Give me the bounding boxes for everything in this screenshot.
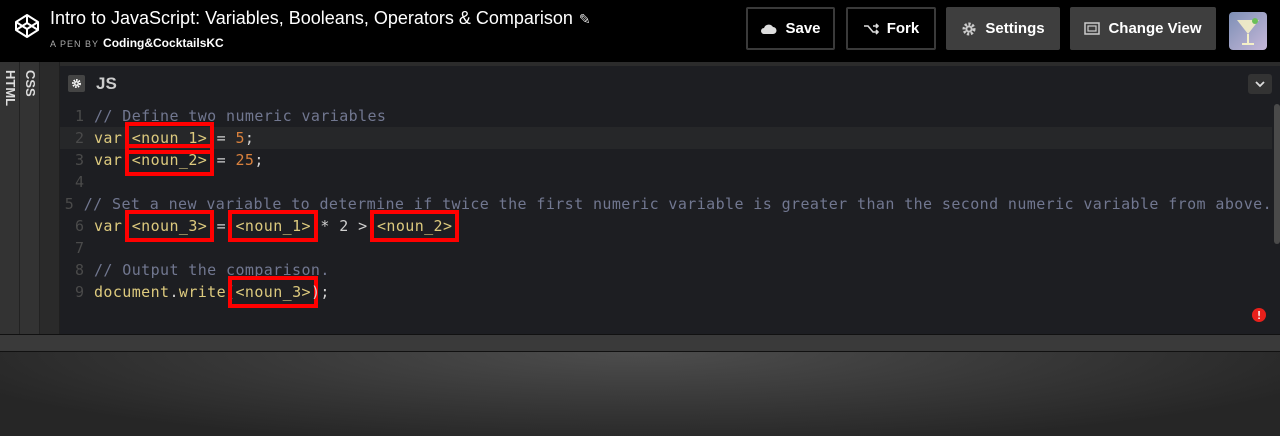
pen-title[interactable]: Intro to JavaScript: Variables, Booleans… <box>50 8 591 29</box>
object-document: document <box>94 283 170 301</box>
noun-placeholder: <noun_3> <box>228 276 318 308</box>
number-literal: 5 <box>235 129 245 147</box>
avatar[interactable] <box>1229 12 1267 50</box>
operator: = <box>207 151 236 169</box>
tab-css[interactable]: CSS <box>20 62 40 334</box>
keyword-var: var <box>94 217 123 235</box>
code-line[interactable]: 7 <box>60 237 1272 259</box>
method-write: write <box>178 283 227 301</box>
js-editor-title: JS <box>96 74 117 93</box>
gear-icon <box>72 79 81 88</box>
editor-settings-button[interactable] <box>68 75 85 92</box>
code-line[interactable]: 6 var <noun_3> = <noun_1> * 2 > <noun_2> <box>60 210 1272 242</box>
byline: A PEN BY Coding&CocktailsKC <box>50 36 224 50</box>
code-line[interactable]: 2 var <noun_1> = 5; <box>60 122 1272 154</box>
fork-icon <box>863 22 879 35</box>
save-button[interactable]: Save <box>746 7 835 50</box>
author-link[interactable]: Coding&CocktailsKC <box>103 36 224 50</box>
code-line[interactable]: 3 var <noun_2> = 25; <box>60 144 1272 176</box>
result-preview <box>0 352 1280 436</box>
code-line[interactable]: 4 <box>60 171 1272 193</box>
noun-placeholder: <noun_2> <box>369 210 460 242</box>
line-number: 7 <box>74 239 84 257</box>
code-line[interactable]: 8 // Output the comparison. <box>60 259 1272 281</box>
operator: > <box>348 217 377 235</box>
noun-placeholder: <noun_1> <box>124 122 215 154</box>
line-number: 1 <box>74 107 84 125</box>
fork-label: Fork <box>886 20 920 37</box>
code-comment: // Define two numeric variables <box>94 107 387 125</box>
tab-css-label: CSS <box>23 70 38 97</box>
noun-placeholder: <noun_1> <box>228 210 318 242</box>
code-line[interactable]: 9 document. write(<noun_3>); <box>60 276 1272 308</box>
save-label: Save <box>785 20 821 37</box>
settings-label: Settings <box>985 20 1045 37</box>
paren-open: ( <box>226 283 236 301</box>
code-line[interactable]: 1 // Define two numeric variables <box>60 105 1272 127</box>
editor-gutter-edge <box>40 62 60 334</box>
paren-close: ); <box>310 283 330 301</box>
js-code-editor[interactable]: 1 // Define two numeric variables 2 var … <box>60 100 1280 334</box>
byline-prefix: A PEN BY <box>50 39 100 49</box>
codepen-logo-icon[interactable] <box>14 13 40 39</box>
change-view-button[interactable]: Change View <box>1070 7 1216 50</box>
line-number: 9 <box>74 283 84 301</box>
code-comment: // Set a new variable to determine if tw… <box>83 195 1272 213</box>
number-literal: 2 <box>339 217 349 235</box>
top-header: Intro to JavaScript: Variables, Booleans… <box>0 0 1280 62</box>
code-comment: // Output the comparison. <box>94 261 330 279</box>
editor-scrollbar[interactable] <box>1274 104 1280 244</box>
error-icon[interactable]: ! <box>1252 308 1266 322</box>
keyword-var: var <box>94 151 123 169</box>
chevron-down-icon <box>1255 80 1265 87</box>
line-number: 5 <box>64 195 74 213</box>
keyword-var: var <box>94 129 123 147</box>
editor-resize-handle[interactable] <box>0 334 1280 352</box>
operator: = <box>207 129 236 147</box>
noun-placeholder: <noun_2> <box>124 144 215 176</box>
gear-icon <box>962 22 976 35</box>
line-number: 6 <box>74 217 84 235</box>
js-editor-header: JS <box>60 66 1280 100</box>
change-view-label: Change View <box>1108 20 1202 37</box>
tab-html[interactable]: HTML <box>0 62 20 334</box>
editor-collapse-button[interactable] <box>1248 74 1272 94</box>
tab-html-label: HTML <box>3 70 18 107</box>
code-line[interactable]: 5 // Set a new variable to determine if … <box>60 193 1272 215</box>
line-number: 3 <box>74 151 84 169</box>
semicolon: ; <box>254 151 264 169</box>
dot: . <box>169 283 179 301</box>
line-number: 2 <box>74 129 84 147</box>
number-literal: 25 <box>235 151 255 169</box>
fork-button[interactable]: Fork <box>846 7 936 50</box>
operator: * <box>310 217 340 235</box>
settings-button[interactable]: Settings <box>946 7 1060 50</box>
noun-placeholder: <noun_3> <box>124 210 215 242</box>
pencil-icon[interactable]: ✎ <box>579 11 591 28</box>
pen-title-text: Intro to JavaScript: Variables, Booleans… <box>50 8 573 28</box>
line-number: 8 <box>74 261 84 279</box>
operator: = <box>207 217 236 235</box>
semicolon: ; <box>244 129 255 147</box>
layout-icon <box>1084 22 1101 35</box>
cloud-icon <box>761 24 777 34</box>
line-number: 4 <box>74 173 84 191</box>
